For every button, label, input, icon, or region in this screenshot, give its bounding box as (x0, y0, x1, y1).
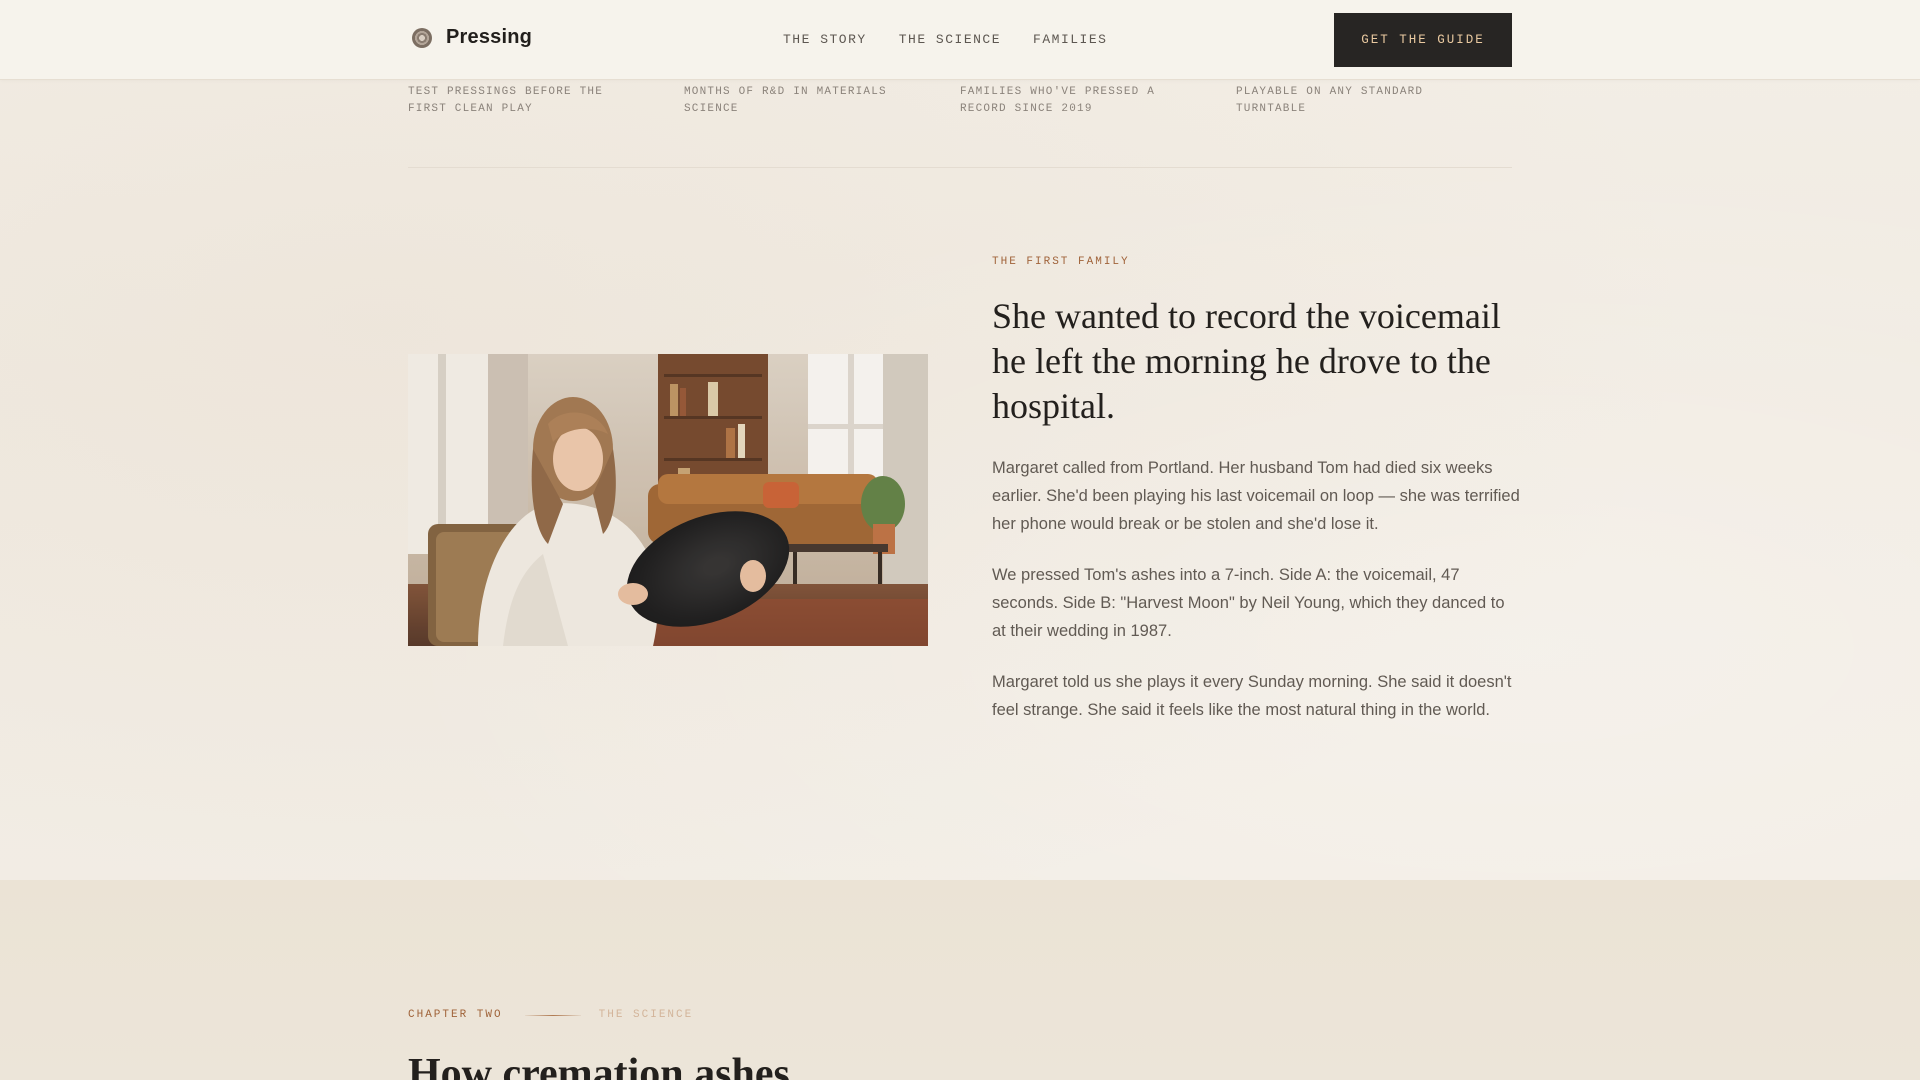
woman-holding-record-photo (408, 354, 928, 646)
site-header: Pressing THE STORY THE SCIENCE FAMILIES … (0, 0, 1920, 80)
chapter-title: How cremation ashes (408, 1051, 790, 1080)
section-divider (408, 167, 1512, 168)
story-paragraph: We pressed Tom's ashes into a 7-inch. Si… (992, 566, 1505, 640)
story-paragraph: Margaret called from Portland. Her husba… (992, 459, 1520, 533)
story-paragraph: Margaret told us she plays it every Sund… (992, 673, 1512, 719)
photo-illustration (408, 354, 928, 646)
stats-row: TEST PRESSINGS BEFORE THE FIRST CLEAN PL… (408, 84, 1512, 118)
stat-test-pressings: TEST PRESSINGS BEFORE THE FIRST CLEAN PL… (408, 86, 604, 115)
stat-families: FAMILIES WHO'VE PRESSED A RECORD SINCE 2… (960, 86, 1156, 115)
chapter-subtitle: THE SCIENCE (598, 1009, 694, 1021)
story-body: Margaret called from Portland. Her husba… (992, 454, 1520, 747)
chapter-two-section (0, 880, 1920, 1080)
nav-item-families[interactable]: FAMILIES (1033, 32, 1107, 47)
vinyl-record-icon (412, 27, 432, 48)
get-the-guide-button[interactable]: GET THE GUIDE (1334, 13, 1512, 67)
brand-name: Pressing (446, 26, 533, 48)
stat-months-rnd: MONTHS OF R&D IN MATERIALS SCIENCE (684, 86, 887, 115)
page: Pressing THE STORY THE SCIENCE FAMILIES … (0, 0, 1920, 1080)
nav-item-the-science[interactable]: THE SCIENCE (899, 32, 1001, 47)
story-headline: She wanted to record the voicemail he le… (992, 296, 1501, 426)
nav-item-the-story[interactable]: THE STORY (783, 32, 867, 47)
chapter-eyebrow: CHAPTER TWO THE SCIENCE (408, 1009, 693, 1021)
section-eyebrow: THE FIRST FAMILY (992, 256, 1130, 268)
chapter-label: CHAPTER TWO (408, 1009, 503, 1021)
brand-logo[interactable]: Pressing (412, 26, 532, 49)
chapter-divider-line (524, 1014, 581, 1016)
main-nav: THE STORY THE SCIENCE FAMILIES (783, 32, 1107, 47)
stat-playable: PLAYABLE ON ANY STANDARD TURNTABLE (1236, 86, 1424, 115)
